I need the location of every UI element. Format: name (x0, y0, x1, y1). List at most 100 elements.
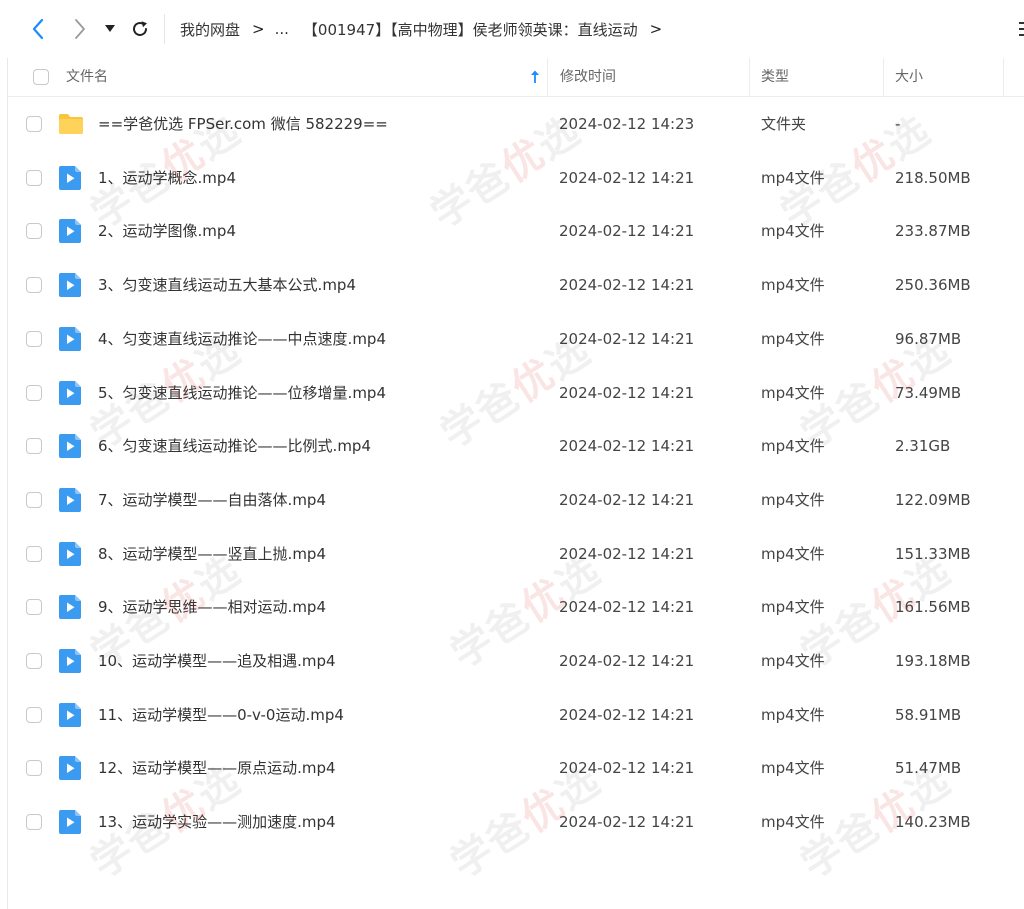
video-file-icon (59, 756, 81, 781)
file-modified-time: 2024-02-12 14:21 (559, 490, 695, 509)
row-checkbox[interactable] (26, 169, 42, 186)
column-divider[interactable] (547, 58, 548, 96)
column-divider[interactable] (883, 58, 884, 96)
row-checkbox[interactable] (26, 760, 42, 777)
row-checkbox[interactable] (26, 814, 42, 831)
row-checkbox[interactable] (26, 545, 42, 562)
file-modified-time: 2024-02-12 14:21 (559, 813, 695, 832)
column-header-type[interactable]: 类型 (761, 58, 789, 96)
file-size: 250.36MB (895, 276, 971, 295)
file-name[interactable]: 1、运动学概念.mp4 (98, 151, 236, 205)
table-row[interactable]: 13、运动学实验——测加速度.mp4 2024-02-12 14:21 mp4文件 1… (8, 795, 1024, 849)
video-file-icon (59, 326, 81, 351)
breadcrumb-ellipsis[interactable]: ... (275, 20, 289, 38)
file-name[interactable]: 7、运动学模型——自由落体.mp4 (98, 473, 326, 527)
refresh-button[interactable] (126, 14, 154, 44)
column-header-modified[interactable]: 修改时间 (560, 58, 616, 96)
table-row[interactable]: 2、运动学图像.mp4 2024-02-12 14:21 mp4文件 233.87MB (8, 204, 1024, 258)
chevron-right-icon (75, 19, 85, 39)
video-file-icon (59, 434, 81, 459)
breadcrumb-current[interactable]: 【001947】【高中物理】侯老师领英课：直线运动 (303, 19, 638, 40)
row-checkbox[interactable] (26, 223, 42, 240)
row-checkbox[interactable] (26, 706, 42, 723)
table-row[interactable]: 6、匀变速直线运动推论——比例式.mp4 2024-02-12 14:21 mp4文… (8, 419, 1024, 473)
file-name[interactable]: 6、匀变速直线运动推论——比例式.mp4 (98, 419, 371, 473)
row-checkbox[interactable] (26, 653, 42, 669)
file-name[interactable]: 5、匀变速直线运动推论——位移增量.mp4 (98, 366, 386, 420)
row-checkbox[interactable] (26, 330, 42, 347)
file-name[interactable]: 13、运动学实验——测加速度.mp4 (98, 795, 336, 849)
file-name[interactable]: 4、匀变速直线运动推论——中点速度.mp4 (98, 312, 386, 366)
back-button[interactable] (24, 14, 52, 44)
row-checkbox[interactable] (26, 599, 42, 616)
file-name[interactable]: 10、运动学模型——追及相遇.mp4 (98, 634, 336, 688)
row-checkbox[interactable] (26, 277, 42, 294)
toolbar-divider (164, 14, 165, 44)
refresh-icon (133, 21, 147, 36)
file-name[interactable]: ==学爸优选 FPSer.com 微信 582229== (98, 97, 388, 151)
table-row[interactable]: 10、运动学模型——追及相遇.mp4 2024-02-12 14:21 mp4文件 1… (8, 634, 1024, 688)
file-type: mp4文件 (761, 652, 825, 670)
file-modified-time: 2024-02-12 14:21 (559, 168, 695, 187)
row-checkbox[interactable] (26, 116, 42, 132)
video-file-icon (59, 595, 81, 620)
breadcrumb: 我的网盘 > ... 【001947】【高中物理】侯老师领英课：直线运动 > (180, 17, 672, 41)
table-header: 文件名 修改时间 类型 大小 (8, 58, 1024, 97)
file-type: mp4文件 (761, 222, 825, 241)
file-name[interactable]: 9、运动学思维——相对运动.mp4 (98, 580, 326, 634)
file-name[interactable]: 2、运动学图像.mp4 (98, 204, 236, 258)
file-type: mp4文件 (761, 759, 825, 778)
caret-down-icon (105, 25, 115, 32)
column-divider[interactable] (1003, 58, 1004, 96)
file-type: mp4文件 (761, 813, 825, 832)
file-type: mp4文件 (761, 705, 825, 724)
video-file-icon (59, 165, 81, 190)
file-name[interactable]: 12、运动学模型——原点运动.mp4 (98, 741, 336, 795)
column-header-name[interactable]: 文件名 (66, 58, 108, 96)
file-type: mp4文件 (761, 276, 825, 295)
file-modified-time: 2024-02-12 14:21 (559, 652, 695, 670)
row-checkbox[interactable] (26, 438, 42, 455)
chevron-left-icon (32, 18, 44, 40)
video-file-icon (59, 541, 81, 566)
file-size: - (895, 115, 901, 133)
file-modified-time: 2024-02-12 14:21 (559, 705, 695, 724)
table-row[interactable]: 5、匀变速直线运动推论——位移增量.mp4 2024-02-12 14:21 mp4… (8, 366, 1024, 420)
table-row[interactable]: ==学爸优选 FPSer.com 微信 582229== 2024-02-12 1… (8, 97, 1024, 151)
file-modified-time: 2024-02-12 14:21 (559, 759, 695, 778)
table-row[interactable]: 1、运动学概念.mp4 2024-02-12 14:21 mp4文件 218.50MB (8, 151, 1024, 205)
file-type: mp4文件 (761, 598, 825, 617)
history-dropdown-button[interactable] (98, 14, 122, 44)
video-file-icon (59, 702, 81, 727)
row-checkbox[interactable] (26, 491, 42, 508)
breadcrumb-root[interactable]: 我的网盘 (180, 19, 240, 40)
select-all-checkbox[interactable] (33, 69, 49, 85)
table-row[interactable]: 3、匀变速直线运动五大基本公式.mp4 2024-02-12 14:21 mp4文件… (8, 258, 1024, 312)
file-size: 122.09MB (895, 490, 971, 509)
file-name[interactable]: 8、运动学模型——竖直上抛.mp4 (98, 527, 326, 581)
column-header-size[interactable]: 大小 (895, 58, 923, 96)
folder-icon (59, 114, 83, 134)
table-row[interactable]: 7、运动学模型——自由落体.mp4 2024-02-12 14:21 mp4文件 12… (8, 473, 1024, 527)
row-checkbox[interactable] (26, 384, 42, 401)
table-row[interactable]: 11、运动学模型——0-v-0运动.mp4 2024-02-12 14:21 mp4… (8, 688, 1024, 742)
forward-button[interactable] (66, 14, 94, 44)
sort-ascending-icon[interactable] (530, 70, 540, 84)
table-row[interactable]: 9、运动学思维——相对运动.mp4 2024-02-12 14:21 mp4文件 16… (8, 580, 1024, 634)
video-file-icon (59, 487, 81, 512)
column-divider[interactable] (749, 58, 750, 96)
table-row[interactable]: 12、运动学模型——原点运动.mp4 2024-02-12 14:21 mp4文件 5… (8, 741, 1024, 795)
file-size: 218.50MB (895, 168, 971, 187)
video-file-icon (59, 219, 81, 244)
file-modified-time: 2024-02-12 14:21 (559, 222, 695, 241)
table-row[interactable]: 4、匀变速直线运动推论——中点速度.mp4 2024-02-12 14:21 mp4… (8, 312, 1024, 366)
more-menu-icon[interactable] (1015, 19, 1024, 39)
file-size: 140.23MB (895, 813, 971, 832)
file-name[interactable]: 11、运动学模型——0-v-0运动.mp4 (98, 688, 344, 742)
file-name[interactable]: 3、匀变速直线运动五大基本公式.mp4 (98, 258, 356, 312)
video-file-icon (59, 810, 81, 835)
file-type: mp4文件 (761, 383, 825, 402)
table-row[interactable]: 8、运动学模型——竖直上抛.mp4 2024-02-12 14:21 mp4文件 15… (8, 527, 1024, 581)
video-file-icon (59, 380, 81, 405)
file-modified-time: 2024-02-12 14:21 (559, 276, 695, 295)
